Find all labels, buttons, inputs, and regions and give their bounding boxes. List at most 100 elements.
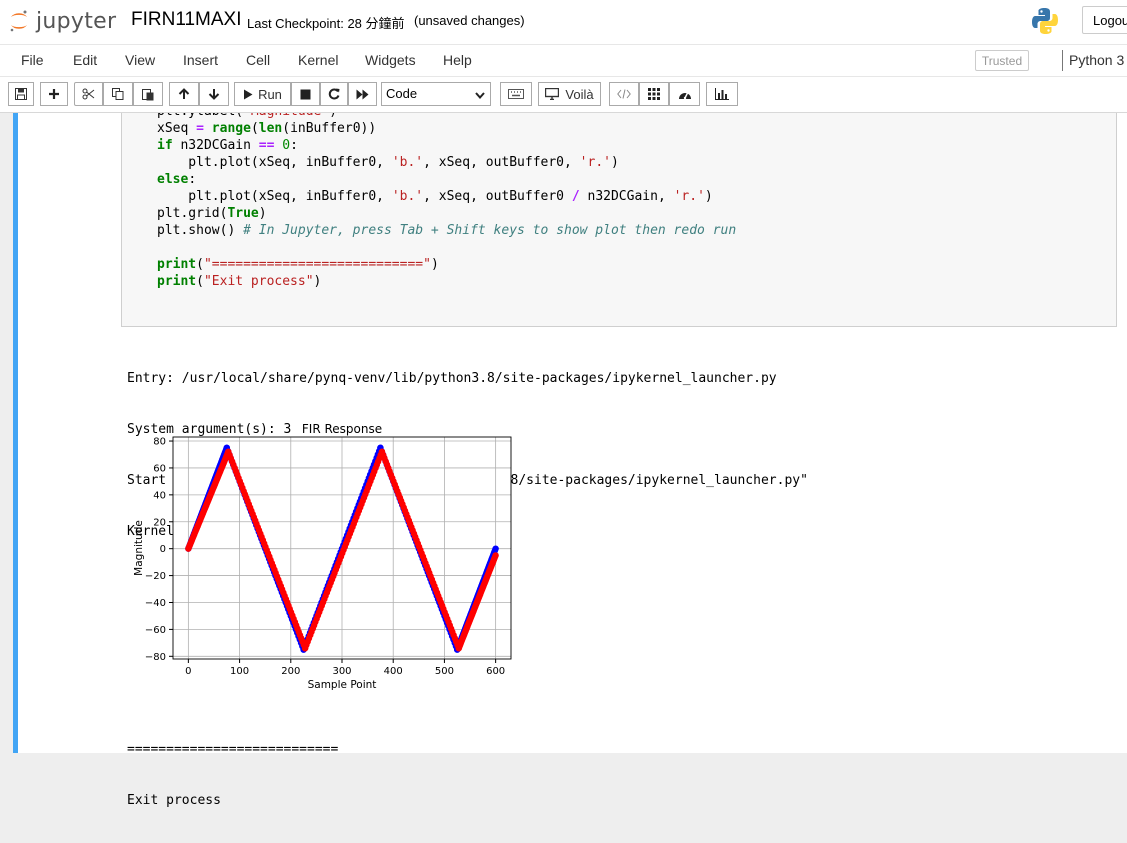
- x-tick-label: 500: [435, 666, 454, 677]
- trusted-indicator[interactable]: Trusted: [975, 50, 1029, 71]
- x-tick-label: 600: [486, 666, 505, 677]
- x-tick-label: 300: [332, 666, 351, 677]
- interrupt-button[interactable]: [291, 82, 320, 106]
- menu-kernel[interactable]: Kernel: [298, 52, 338, 68]
- output-plot: 0 100 200 300 400 500 600 −80 −60 −40 −20 0 20 40 60 80…: [126, 416, 526, 701]
- logout-button[interactable]: Logout: [1082, 6, 1127, 34]
- x-axis-label: Sample Point: [308, 679, 377, 691]
- chart-title: FIR Response: [302, 422, 382, 436]
- y-tick-label: 40: [153, 490, 166, 501]
- code-line: plt.plot(xSeq, inBuffer0, 'b.', xSeq, ou…: [157, 155, 619, 170]
- code-line: print("==========================="): [157, 257, 439, 272]
- copy-button[interactable]: [103, 82, 133, 106]
- y-axis-label: Magnitude: [133, 520, 145, 576]
- menu-cell[interactable]: Cell: [246, 52, 270, 68]
- insert-cell-button[interactable]: [40, 82, 68, 106]
- y-tick-label: −60: [145, 625, 166, 636]
- cut-button[interactable]: [74, 82, 103, 106]
- y-tick-label: 80: [153, 437, 166, 448]
- y-tick-label: 60: [153, 463, 166, 474]
- command-palette-button[interactable]: [500, 82, 532, 106]
- move-up-button[interactable]: [169, 82, 199, 106]
- cell-type-value: Code: [386, 86, 418, 101]
- notebook-area: plt.ylabel("Magnitude")xSeq = range(len(…: [13, 113, 1127, 808]
- menubar: File Edit View Insert Cell Kernel Widget…: [0, 44, 1127, 77]
- series-1-point: [492, 552, 499, 559]
- monitor-icon: [545, 88, 560, 100]
- restart-button[interactable]: [320, 82, 348, 106]
- x-tick-label: 400: [384, 666, 403, 677]
- copy-icon: [112, 88, 124, 100]
- jupyter-logo[interactable]: jupyter: [8, 6, 116, 36]
- code-lines: plt.ylabel("Magnitude")xSeq = range(len(…: [157, 113, 736, 290]
- x-tick-label: 100: [230, 666, 249, 677]
- x-tick-label: 200: [281, 666, 300, 677]
- y-tick-label: 20: [153, 517, 166, 528]
- series-0-point: [492, 545, 499, 552]
- jupyter-logo-icon: [10, 10, 27, 32]
- save-icon: [15, 88, 27, 100]
- cell-type-select[interactable]: Code: [381, 82, 491, 106]
- add-icon: [48, 88, 60, 100]
- fir-response-chart: 0 100 200 300 400 500 600 −80 −60 −40 −20 0 20 40 60 80…: [133, 422, 512, 691]
- y-tick-label: −40: [145, 598, 166, 609]
- toolbar: Run Code Voilà: [0, 77, 1127, 113]
- kernel-divider: [1062, 50, 1063, 71]
- save-button[interactable]: [8, 82, 34, 106]
- dashboard-button[interactable]: [669, 82, 700, 106]
- code-view-button[interactable]: [609, 82, 639, 106]
- paste-button[interactable]: [133, 82, 163, 106]
- checkpoint-status: Last Checkpoint: 28 分鐘前: [247, 16, 405, 31]
- chart-button[interactable]: [706, 82, 738, 106]
- code-line: plt.show() # In Jupyter, press Tab + Shi…: [157, 223, 737, 238]
- output-line: ===========================: [127, 742, 339, 757]
- grid-view-button[interactable]: [639, 82, 669, 106]
- chevron-down-icon: [474, 87, 486, 109]
- code-cell-editor[interactable]: plt.ylabel("Magnitude")xSeq = range(len(…: [121, 113, 1117, 327]
- voila-label: Voilà: [565, 86, 594, 102]
- menu-file[interactable]: File: [21, 52, 44, 68]
- code-line: xSeq = range(len(inBuffer0)): [157, 121, 377, 136]
- restart-run-all-button[interactable]: [348, 82, 377, 106]
- code-line: print("Exit process"): [157, 274, 322, 289]
- up-icon: [178, 88, 190, 100]
- x-tick-label: 0: [185, 666, 191, 677]
- selected-cell-indicator: [13, 113, 18, 753]
- voila-button[interactable]: Voilà: [538, 82, 601, 106]
- menu-widgets[interactable]: Widgets: [365, 52, 416, 68]
- y-tick-label: 0: [160, 544, 166, 555]
- menu-edit[interactable]: Edit: [73, 52, 97, 68]
- code-line: if n32DCGain == 0:: [157, 138, 298, 153]
- output-line: Entry: /usr/local/share/pynq-venv/lib/py…: [127, 371, 777, 386]
- bar-chart-icon: [715, 88, 729, 100]
- run-icon: [243, 89, 253, 100]
- code-line: plt.ylabel("Magnitude"): [157, 113, 736, 120]
- down-icon: [208, 88, 220, 100]
- menu-view[interactable]: View: [125, 52, 155, 68]
- notebook-name[interactable]: FIRN11MAXI: [131, 9, 242, 31]
- code-line: plt.grid(True): [157, 206, 267, 221]
- grid-icon: [648, 88, 660, 100]
- stop-icon: [300, 89, 311, 100]
- cell-output-tail: =========================== Exit process: [127, 707, 338, 843]
- python-logo-icon: [1031, 7, 1059, 40]
- cut-icon: [82, 88, 95, 100]
- header: jupyter FIRN11MAXI Last Checkpoint: 28 分…: [0, 0, 1127, 44]
- output-line: Exit process: [127, 793, 221, 808]
- menu-help[interactable]: Help: [443, 52, 472, 68]
- keyboard-icon: [508, 89, 524, 99]
- logo-text: jupyter: [36, 8, 117, 34]
- y-tick-label: −20: [145, 571, 166, 582]
- paste-icon: [142, 88, 154, 101]
- kernel-name[interactable]: Python 3: [1069, 52, 1124, 68]
- code-line: plt.plot(xSeq, inBuffer0, 'b.', xSeq, ou…: [157, 189, 713, 204]
- y-tick-label: −80: [145, 652, 166, 663]
- move-down-button[interactable]: [199, 82, 229, 106]
- run-button[interactable]: Run: [234, 82, 291, 106]
- menu-insert[interactable]: Insert: [183, 52, 218, 68]
- dashboard-icon: [678, 88, 692, 100]
- code-icon: [617, 89, 631, 99]
- run-label: Run: [258, 86, 282, 102]
- fast-forward-icon: [356, 89, 369, 100]
